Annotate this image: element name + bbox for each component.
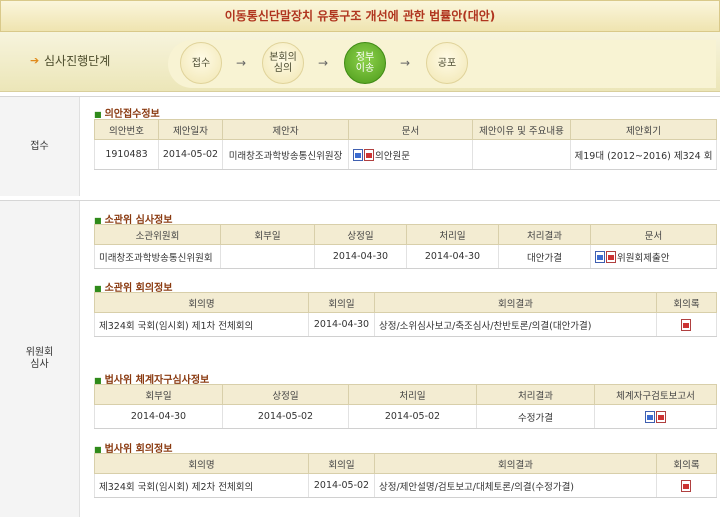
step-arrow-icon: → [236,56,247,70]
col-header: 회의명 [94,453,309,474]
proposal-session: 제19대 (2012~2016) 제324 회 [570,139,717,170]
hwp-file-icon[interactable] [353,148,363,161]
col-header: 제안이유 및 주요내용 [472,119,571,140]
proposer: 미래창조과학방송통신위원장 [222,139,349,170]
legal-result: 수정가결 [476,404,595,429]
page-title-bar: 이동통신단말장치 유통구조 개선에 관한 법률안(대안) [0,0,720,32]
hwp-file-icon[interactable] [644,410,655,423]
col-header: 상정일 [314,224,407,245]
col-header: 제안회기 [570,119,717,140]
presented-date: 2014-04-30 [314,244,407,269]
legal-meeting-result: 상정/제안설명/검토보고/대체토론/의결(수정가결) [374,473,657,498]
pdf-file-icon[interactable] [606,250,616,263]
pdf-file-icon[interactable] [364,148,374,161]
col-header: 문서 [590,224,717,245]
process-result: 대안가결 [498,244,591,269]
proposal-reason[interactable] [472,139,571,170]
step-plenary: 본회의 심의 [262,42,304,84]
processed-date: 2014-04-30 [406,244,499,269]
pdf-minutes-icon[interactable] [681,479,691,492]
committee-doc-cell: 위원회제출안 [590,244,717,269]
legal-processed-date: 2014-05-02 [348,404,477,429]
proposal-date: 2014-05-02 [158,139,223,170]
reception-table: 의안번호 제안일자 제안자 문서 제안이유 및 주요내용 제안회기 191048… [94,119,717,170]
referral-date [220,244,315,269]
step-arrow-icon: → [318,56,329,70]
meeting-name: 제324회 국회(임시회) 제1차 전체회의 [94,312,309,337]
progress-stage-bar: ➔ 심사진행단계 접수 → 본회의 심의 → 정부 이송 → 공포 [0,32,720,92]
committee-side-label: 위원회 심사 [0,201,80,517]
col-header: 회의록 [656,292,717,313]
col-header: 소관위원회 [94,224,221,245]
col-header: 회의일 [308,292,375,313]
reception-title: ■ 의안접수정보 [94,109,160,120]
hwp-file-icon[interactable] [595,250,605,263]
col-header: 처리결과 [476,384,595,405]
col-header: 회의결과 [374,292,657,313]
legal-meeting-table: 회의명 회의일 회의결과 회의록 제324회 국회(임시회) 제2차 전체회의 … [94,453,717,498]
col-header: 처리일 [348,384,477,405]
bill-document-cell: 의안원문 [348,139,473,170]
meeting-date: 2014-04-30 [308,312,375,337]
bill-original-link[interactable]: 의안원문 [375,151,410,162]
pdf-minutes-icon[interactable] [681,318,691,331]
step-reception: 접수 [180,42,222,84]
legal-presented-date: 2014-05-02 [222,404,349,429]
col-header: 회의결과 [374,453,657,474]
legal-minutes-cell [656,473,717,498]
bill-number: 1910483 [94,139,159,170]
arrow-bullet-icon: ➔ [30,54,40,67]
col-header: 처리일 [406,224,499,245]
col-header: 회부일 [220,224,315,245]
committee-proposal-link[interactable]: 위원회제출안 [617,253,669,264]
meeting-result: 상정/소위심사보고/축조심사/찬반토론/의결(대안가결) [374,312,657,337]
col-header: 의안번호 [94,119,159,140]
pdf-file-icon[interactable] [655,410,666,423]
col-header: 회의일 [308,453,375,474]
col-header: 제안자 [222,119,349,140]
page-title: 이동통신단말장치 유통구조 개선에 관한 법률안(대안) [224,9,496,23]
col-header: 처리결과 [498,224,591,245]
committee-review-table: 소관위원회 회부일 상정일 처리일 처리결과 문서 미래창조과학방송통신위원회 … [94,224,717,269]
col-header: 회부일 [94,384,223,405]
legal-meeting-date: 2014-05-02 [308,473,375,498]
legal-referral-date: 2014-04-30 [94,404,223,429]
stage-label: 심사진행단계 [44,54,111,68]
col-header: 회의명 [94,292,309,313]
legal-meeting-name: 제324회 국회(임시회) 제2차 전체회의 [94,473,309,498]
reception-side-label: 접수 [0,97,80,196]
green-bullet-icon: ■ [94,110,102,119]
legal-report-cell [594,404,717,429]
col-header: 문서 [348,119,473,140]
reception-section: 접수 ■ 의안접수정보 의안번호 제안일자 제안자 문서 제안이유 및 주요내용 … [0,96,720,196]
committee-section: 위원회 심사 ■ 소관위 심사정보 소관위원회 회부일 상정일 처리일 처리결과 문… [0,200,720,517]
step-government-transfer: 정부 이송 [344,42,386,84]
step-promulgation: 공포 [426,42,468,84]
committee-name: 미래창조과학방송통신위원회 [94,244,221,269]
col-header: 체계자구검토보고서 [594,384,717,405]
minutes-cell [656,312,717,337]
committee-meeting-table: 회의명 회의일 회의결과 회의록 제324회 국회(임시회) 제1차 전체회의 … [94,292,717,337]
col-header: 상정일 [222,384,349,405]
col-header: 회의록 [656,453,717,474]
col-header: 제안일자 [158,119,223,140]
step-arrow-icon: → [400,56,411,70]
legal-review-table: 회부일 상정일 처리일 처리결과 체계자구검토보고서 2014-04-30 20… [94,384,717,429]
